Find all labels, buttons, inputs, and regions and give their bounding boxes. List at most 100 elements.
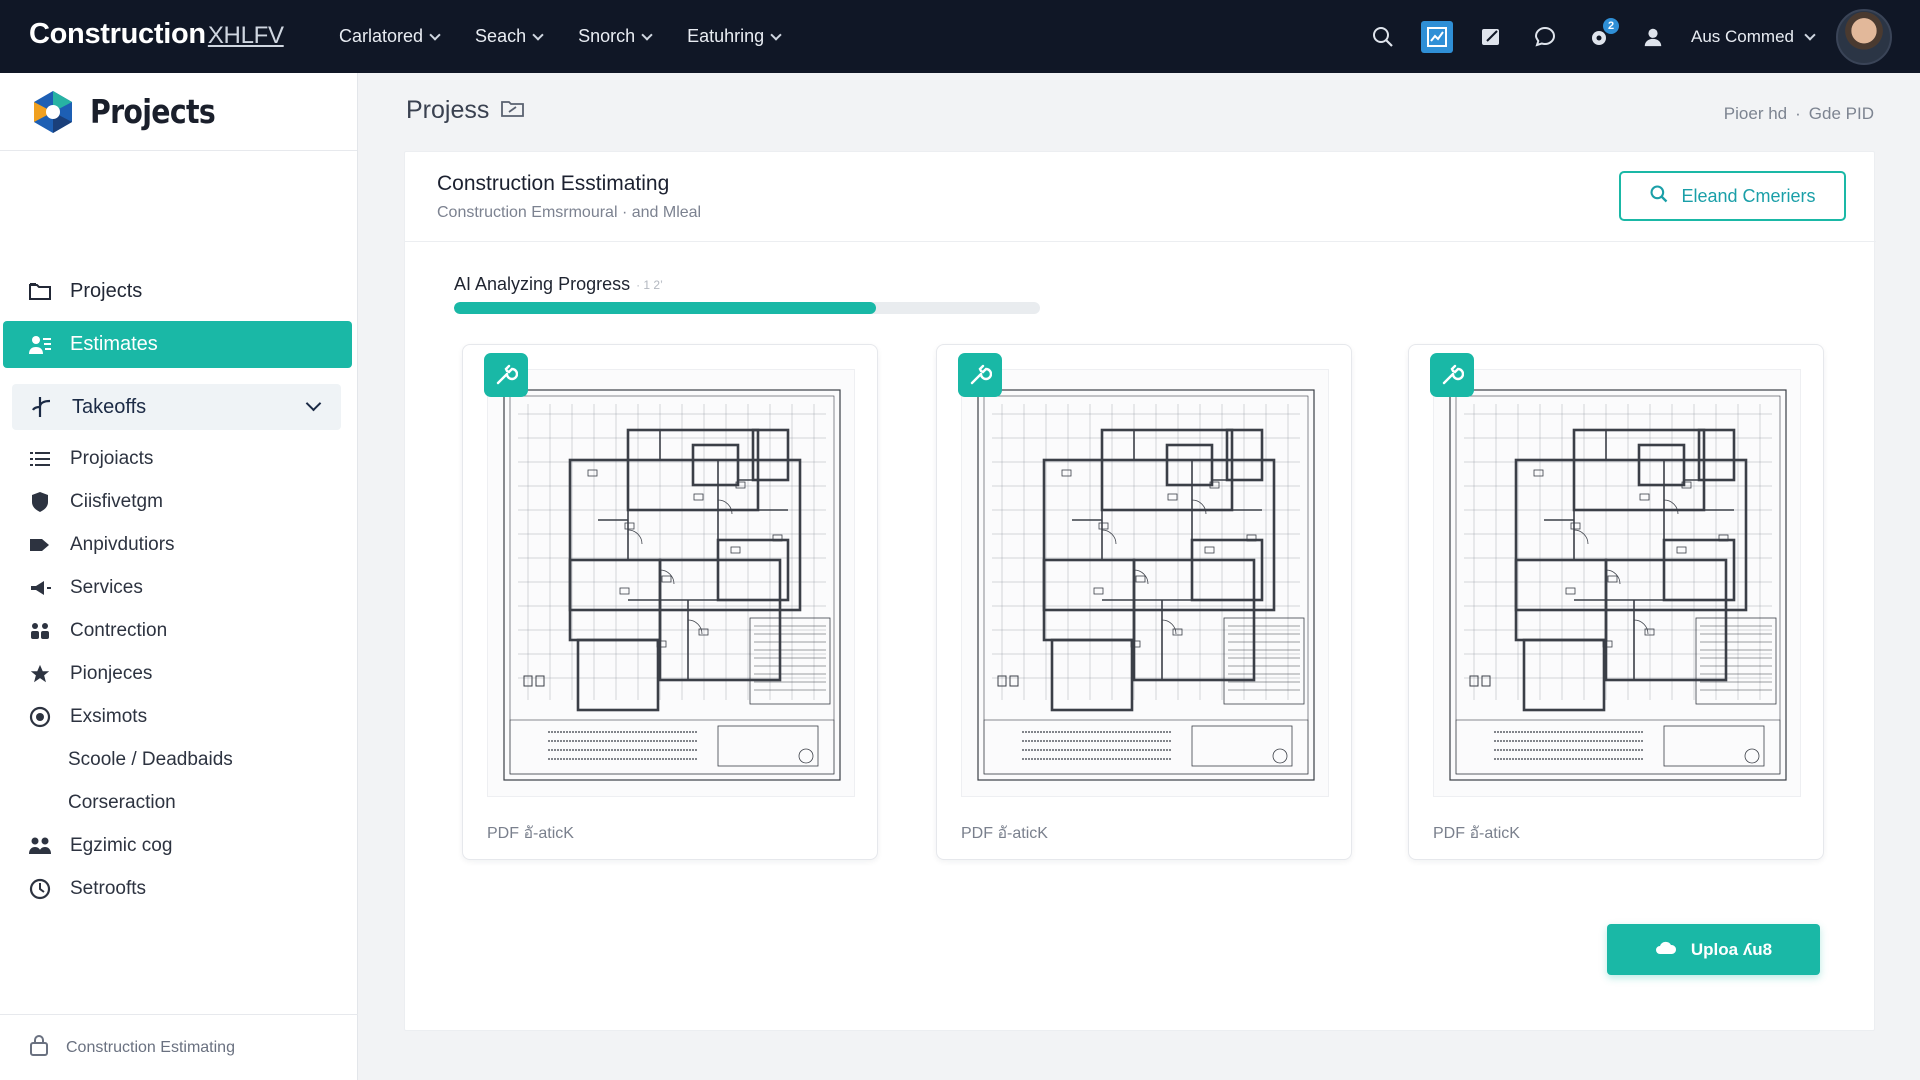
sidebar-subitem-11[interactable]: Setroofts: [0, 869, 358, 909]
notification-badge: 2: [1603, 17, 1620, 34]
chat-icon[interactable]: [1529, 21, 1561, 53]
sidebar-subitem-label: Setroofts: [70, 878, 147, 899]
page-title-text: Projess: [406, 96, 490, 124]
plan-card[interactable]: PDF อั-aticK: [1408, 344, 1824, 860]
wrench-icon[interactable]: [484, 353, 528, 397]
user-menu[interactable]: Aus Commed: [1691, 26, 1816, 47]
top-menu-item-4[interactable]: Eatuhring: [687, 26, 782, 47]
estimate-card: Construction Esstimating Construction Em…: [404, 151, 1876, 1031]
megaphone-icon: [28, 576, 52, 600]
search-members-button[interactable]: Eleand Cmeriers: [1619, 171, 1846, 221]
progress-label-text: AI Analyzing Progress: [454, 274, 631, 294]
settings-icon[interactable]: 2: [1583, 17, 1620, 53]
sidebar-subitem-10[interactable]: Egzimic cog: [0, 826, 358, 866]
floor-plan-thumbnail: [961, 369, 1329, 797]
breadcrumb: Pioer hd · Gde PID: [1724, 104, 1874, 124]
team-icon: [28, 834, 52, 858]
tag-icon: [28, 533, 52, 557]
cloud-upload-icon: [1655, 938, 1677, 961]
sidebar-item-label: Estimates: [70, 333, 158, 355]
top-menu-item-1[interactable]: Carlatored: [339, 26, 441, 47]
edit-document-icon[interactable]: [1475, 21, 1507, 53]
sidebar-subitem-3[interactable]: Anpivdutiors: [0, 525, 358, 565]
plan-caption: PDF อั-aticK: [1433, 825, 1520, 842]
top-menu-label: Seach: [475, 26, 527, 46]
top-menu-label: Snorch: [578, 26, 636, 46]
sidebar-subitem-8[interactable]: Scoole / Deadbaids: [0, 740, 358, 780]
sidebar: Projects Projects Estimates Takeoffs Pro…: [0, 73, 358, 1080]
user-name: Aus Commed: [1691, 26, 1794, 46]
lock-icon: [28, 1034, 50, 1061]
plan-card[interactable]: PDF อั-aticK: [936, 344, 1352, 860]
plan-caption: PDF อั-aticK: [487, 825, 574, 842]
breadcrumb-item[interactable]: Pioer hd: [1724, 104, 1787, 124]
sidebar-subitem-2[interactable]: Ciisfivetgm: [0, 482, 358, 522]
group-icon: [28, 619, 52, 643]
card-title: Construction Esstimating: [437, 172, 670, 195]
search-icon: [1649, 184, 1669, 209]
chevron-down-icon: [532, 28, 544, 41]
top-menu: Carlatored Seach Snorch Eatuhring: [339, 0, 782, 73]
sidebar-subitem-label: Services: [70, 577, 143, 598]
wrench-icon[interactable]: [958, 353, 1002, 397]
sidebar-subitem-6[interactable]: Pionjeces: [0, 654, 358, 694]
list-icon: [28, 447, 52, 471]
branch-icon: [30, 395, 54, 419]
search-icon[interactable]: [1367, 21, 1399, 53]
sidebar-subitem-5[interactable]: Contrection: [0, 611, 358, 651]
plan-card[interactable]: PDF อั-aticK: [462, 344, 878, 860]
sidebar-item-label: Projects: [70, 279, 143, 302]
progress-sub-label: · 1 2’: [636, 277, 663, 292]
breadcrumb-item[interactable]: Gde PID: [1809, 104, 1874, 124]
sidebar-item-label: Takeoffs: [72, 395, 147, 418]
sidebar-subitem-label: Contrection: [70, 620, 168, 641]
wrench-icon[interactable]: [1430, 353, 1474, 397]
sidebar-title: Projects: [90, 92, 216, 131]
sidebar-subitem-label: Pionjeces: [70, 663, 153, 684]
sidebar-item-takeoffs[interactable]: Takeoffs: [12, 384, 341, 430]
people-icon: [28, 333, 52, 357]
sidebar-subitem-1[interactable]: Projoiacts: [0, 439, 358, 479]
sidebar-subitem-label: Exsimots: [70, 706, 148, 727]
top-actions: 2 Aus Commed: [1367, 0, 1892, 73]
floor-plan-thumbnail: [487, 369, 855, 797]
chevron-down-icon[interactable]: [305, 395, 322, 412]
folder-icon: [28, 279, 52, 303]
sidebar-subitem-label: Egzimic cog: [70, 835, 173, 856]
clock-icon: [28, 877, 52, 901]
progress-fill: [454, 302, 876, 314]
sidebar-footer-label: Construction Estimating: [66, 1038, 235, 1056]
avatar[interactable]: [1836, 8, 1892, 65]
top-navbar: Construction XHLFV Carlatored Seach Snorc…: [0, 0, 1920, 73]
sidebar-item-projects[interactable]: Projects: [0, 269, 358, 313]
sidebar-subitem-label: Corseraction: [68, 792, 176, 813]
user-icon[interactable]: [1637, 21, 1669, 53]
progress-bar: [454, 302, 1040, 314]
edit-folder-icon[interactable]: [501, 96, 525, 125]
card-header: Construction Esstimating Construction Em…: [405, 152, 1876, 242]
top-menu-label: Eatuhring: [687, 26, 765, 46]
sidebar-subitem-4[interactable]: Services: [0, 568, 358, 608]
star-icon: [28, 662, 52, 686]
sidebar-subitem-9[interactable]: Corseraction: [0, 783, 358, 823]
brand-logo[interactable]: Construction XHLFV: [29, 18, 284, 51]
chevron-down-icon: [429, 28, 441, 41]
floor-plan-thumbnail: [1433, 369, 1801, 797]
button-label: Eleand Cmeriers: [1681, 185, 1816, 206]
analytics-icon[interactable]: [1421, 20, 1454, 53]
sidebar-subitem-label: Scoole / Deadbaids: [68, 749, 233, 770]
sidebar-subitem-label: Anpivdutiors: [70, 534, 175, 555]
top-menu-item-2[interactable]: Seach: [475, 26, 544, 47]
card-subtitle: Construction Emsrmoural · and Mleal: [437, 204, 702, 221]
plan-caption: PDF อั-aticK: [961, 825, 1048, 842]
upload-button[interactable]: Uploa ʎu8: [1607, 924, 1820, 975]
top-menu-label: Carlatored: [339, 26, 424, 46]
sidebar-footer[interactable]: Construction Estimating: [0, 1014, 358, 1080]
chevron-down-icon: [1804, 28, 1816, 41]
sidebar-subitem-7[interactable]: Exsimots: [0, 697, 358, 737]
globe-icon: [28, 705, 52, 729]
breadcrumb-separator: ·: [1795, 104, 1801, 123]
sidebar-item-estimates[interactable]: Estimates: [3, 321, 352, 368]
top-menu-item-3[interactable]: Snorch: [578, 26, 653, 47]
sidebar-subitem-label: Ciisfivetgm: [70, 491, 163, 512]
